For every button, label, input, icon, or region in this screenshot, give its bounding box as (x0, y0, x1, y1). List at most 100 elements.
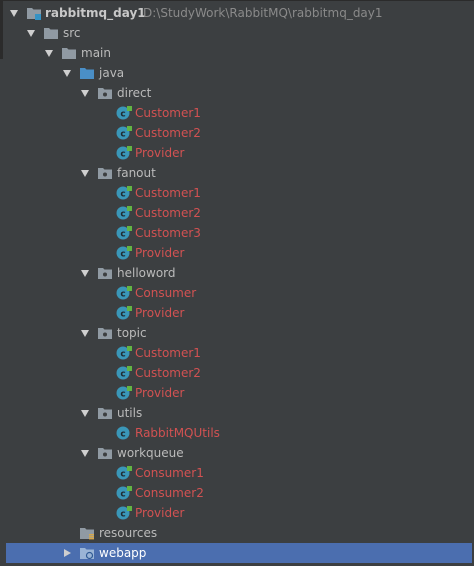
class-label: Customer1 (135, 106, 201, 120)
tree-row-class[interactable]: c Provider (0, 383, 474, 403)
package-label: workqueue (117, 446, 184, 460)
class-label: Consumer2 (135, 486, 204, 500)
svg-text:c: c (120, 210, 125, 220)
package-label: helloword (117, 266, 176, 280)
tree-row-class[interactable]: c Customer2 (0, 123, 474, 143)
tree-row-class[interactable]: c Customer1 (0, 103, 474, 123)
tree-row-java[interactable]: java (0, 63, 474, 83)
class-label: Consumer (135, 286, 197, 300)
package-label: fanout (117, 166, 156, 180)
project-tree: rabbitmq_day1 D:\StudyWork\RabbitMQ\rabb… (0, 0, 474, 566)
java-class-icon: c (116, 306, 132, 320)
svg-text:c: c (120, 230, 125, 240)
folder-label-src: src (63, 26, 81, 40)
tree-row-package-workqueue[interactable]: workqueue (0, 443, 474, 463)
tree-row-class[interactable]: c Consumer2 (0, 483, 474, 503)
triangle-down-icon[interactable] (79, 263, 91, 283)
tree-row-package-topic[interactable]: topic (0, 323, 474, 343)
triangle-down-icon[interactable] (79, 323, 91, 343)
svg-text:c: c (120, 290, 125, 300)
class-label: Provider (135, 386, 185, 400)
class-label: Customer2 (135, 366, 201, 380)
java-class-icon: c (116, 246, 132, 260)
folder-label-main: main (81, 46, 111, 60)
tree-row-package-direct[interactable]: direct (0, 83, 474, 103)
tree-row-project[interactable]: rabbitmq_day1 D:\StudyWork\RabbitMQ\rabb… (0, 3, 474, 23)
tree-row-class[interactable]: c Customer2 (0, 203, 474, 223)
triangle-down-icon[interactable] (79, 163, 91, 183)
tree-row-class[interactable]: c Provider (0, 243, 474, 263)
class-label: RabbitMQUtils (135, 426, 220, 440)
tree-row-resources[interactable]: resources (0, 523, 474, 543)
folder-label-java: java (99, 66, 125, 80)
svg-text:c: c (120, 110, 125, 120)
java-class-icon: c (116, 106, 132, 120)
class-label: Consumer1 (135, 466, 204, 480)
svg-text:c: c (120, 430, 125, 440)
java-class-icon: c (116, 226, 132, 240)
java-class-icon: c (116, 486, 132, 500)
source-root-folder-icon (79, 66, 95, 80)
tree-row-class[interactable]: c Customer1 (0, 343, 474, 363)
package-label: topic (117, 326, 147, 340)
package-icon (97, 326, 113, 340)
java-class-icon: c (116, 366, 132, 380)
svg-text:c: c (120, 190, 125, 200)
svg-text:c: c (120, 470, 125, 480)
tree-row-class[interactable]: c Provider (0, 303, 474, 323)
triangle-down-icon[interactable] (25, 23, 37, 43)
folder-icon (61, 46, 77, 60)
package-icon (97, 86, 113, 100)
svg-text:c: c (120, 130, 125, 140)
tree-row-class[interactable]: c Consumer (0, 283, 474, 303)
triangle-right-icon[interactable] (61, 543, 73, 563)
class-label: Customer3 (135, 226, 201, 240)
triangle-down-icon[interactable] (79, 443, 91, 463)
project-path: D:\StudyWork\RabbitMQ\rabbitmq_day1 (143, 6, 383, 20)
tree-row-package-helloword[interactable]: helloword (0, 263, 474, 283)
tree-row-main[interactable]: main (0, 43, 474, 63)
tree-row-src[interactable]: src (0, 23, 474, 43)
class-label: Provider (135, 306, 185, 320)
tree-row-class[interactable]: c Customer3 (0, 223, 474, 243)
triangle-down-icon[interactable] (8, 3, 20, 23)
class-label: Customer2 (135, 206, 201, 220)
tree-row-class[interactable]: c Consumer1 (0, 463, 474, 483)
package-label: utils (117, 406, 143, 420)
java-class-icon: c (116, 386, 132, 400)
svg-text:c: c (120, 370, 125, 380)
class-label: Provider (135, 246, 185, 260)
tree-row-package-fanout[interactable]: fanout (0, 163, 474, 183)
resources-root-folder-icon (79, 526, 95, 540)
tree-row-class[interactable]: c RabbitMQUtils (0, 423, 474, 443)
java-class-icon: c (116, 466, 132, 480)
module-folder-icon (26, 6, 42, 20)
package-icon (97, 406, 113, 420)
triangle-down-icon[interactable] (79, 83, 91, 103)
svg-text:c: c (120, 390, 125, 400)
svg-text:c: c (120, 510, 125, 520)
tree-row-package-utils[interactable]: utils (0, 403, 474, 423)
java-class-icon: c (116, 426, 132, 440)
class-label: Provider (135, 506, 185, 520)
svg-text:c: c (120, 310, 125, 320)
tree-row-class[interactable]: c Provider (0, 143, 474, 163)
project-name: rabbitmq_day1 (45, 6, 146, 20)
tree-row-class[interactable]: c Customer2 (0, 363, 474, 383)
class-label: Customer1 (135, 186, 201, 200)
tree-row-class[interactable]: c Provider (0, 503, 474, 523)
tree-row-class[interactable]: c Customer1 (0, 183, 474, 203)
java-class-icon: c (116, 346, 132, 360)
java-class-icon: c (116, 206, 132, 220)
triangle-down-icon[interactable] (43, 43, 55, 63)
tree-row-webapp[interactable]: webapp (6, 543, 472, 563)
web-folder-icon (79, 546, 95, 560)
svg-text:c: c (120, 350, 125, 360)
triangle-down-icon[interactable] (61, 63, 73, 83)
package-icon (97, 166, 113, 180)
folder-label-resources: resources (99, 526, 158, 540)
class-label: Customer2 (135, 126, 201, 140)
package-label: direct (117, 86, 152, 100)
class-label: Customer1 (135, 346, 201, 360)
triangle-down-icon[interactable] (79, 403, 91, 423)
